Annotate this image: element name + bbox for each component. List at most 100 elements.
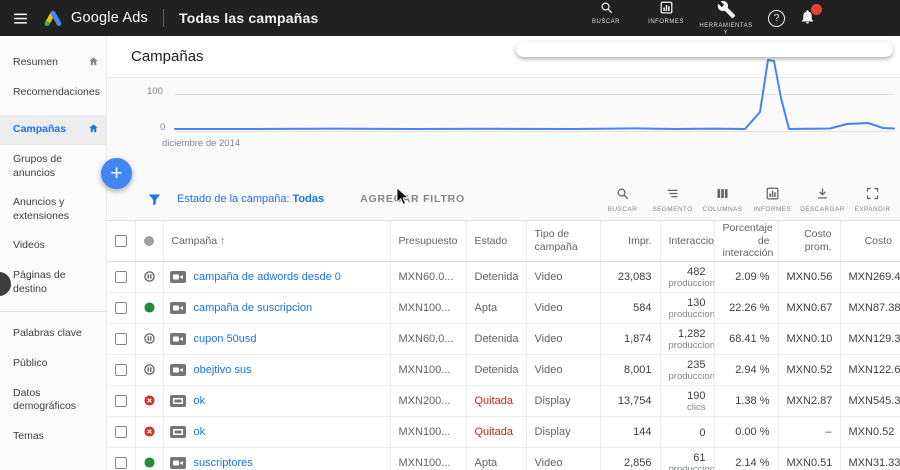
campaign-link[interactable]: ok (194, 426, 206, 438)
overlay-card (516, 42, 893, 57)
paused-status-icon (143, 364, 155, 375)
row-status-cell (135, 323, 164, 355)
avg-cost-value: MXN0.10 (778, 323, 841, 355)
sidebar-item-label: Resumen (13, 56, 58, 68)
campaign-link[interactable]: cupon 50usd (194, 333, 257, 345)
column-campaign[interactable]: Campaña ↑ (163, 221, 391, 262)
cost-value: MXN545.37 (840, 385, 900, 417)
campaign-type: Display (526, 385, 601, 417)
sidebar-item-label: Campañas (13, 123, 67, 136)
y-axis-tick-0: 0 (160, 122, 166, 133)
sidebar-item-label: Anuncios y extensiones (13, 196, 70, 222)
column-type[interactable]: Tipo de campaña (526, 221, 601, 262)
column-impressions[interactable]: Impr. (600, 221, 661, 262)
interactions-cell: 130producciones (660, 292, 715, 324)
campaign-link[interactable]: campaña de adwords desde 0 (194, 271, 341, 283)
sidebar-item-grupos-de-anuncios[interactable]: Grupos de anuncios (0, 145, 106, 188)
cost-value: MXN87.38 (840, 292, 900, 324)
add-campaign-button[interactable]: + (101, 158, 132, 189)
interaction-rate-value: 0.00 % (714, 416, 779, 448)
row-checkbox[interactable] (114, 332, 127, 345)
toolbar-buscar-button[interactable]: BUSCAR (599, 186, 646, 213)
sidebar-item-resumen[interactable]: Resumen (0, 48, 106, 78)
row-checkbox[interactable] (114, 270, 127, 283)
toolbar-columnas-button[interactable]: COLUMNAS (699, 186, 746, 213)
campaign-name-cell: cupon 50usd (163, 323, 391, 355)
campaign-type: Video (526, 292, 601, 324)
sidebar-item-recomendaciones[interactable]: Recomendaciones (0, 78, 106, 108)
campaign-link[interactable]: campaña de suscripcion (194, 302, 313, 314)
toolbar-expandir-button[interactable]: EXPANDIR (849, 186, 896, 213)
segment-icon (665, 186, 680, 204)
impressions-value: 144 (600, 416, 661, 448)
cost-value: MXN129.30 (840, 323, 900, 355)
row-checkbox-cell (107, 292, 136, 324)
impressions-value: 13,754 (600, 385, 661, 417)
status-column-icon[interactable] (144, 235, 154, 246)
column-avg-cost[interactable]: Costo prom. (778, 221, 841, 262)
sidebar-item-videos[interactable]: Videos (0, 231, 106, 261)
notifications-icon[interactable] (799, 3, 823, 28)
campaign-link[interactable]: obejtivo sus (194, 364, 252, 376)
interactions-cell: 190 clics (660, 385, 715, 417)
wrench-icon (717, 0, 736, 22)
toolbar-informes-button[interactable]: INFORMES (749, 186, 796, 213)
campaign-budget: MXN60.0... (390, 323, 467, 355)
row-checkbox-cell (107, 416, 136, 448)
column-interactions[interactable]: Interacciones (660, 221, 715, 262)
sidebar-item-temas[interactable]: Temas (0, 422, 106, 452)
menu-icon[interactable] (12, 10, 29, 27)
column-campaign-label: Campaña (171, 234, 218, 247)
notification-badge (810, 3, 823, 16)
row-checkbox[interactable] (114, 301, 127, 314)
campaign-status-filter[interactable]: Estado de la campaña: Todas (177, 193, 324, 205)
column-interaction-rate[interactable]: Porcentaje de interacción (714, 221, 779, 262)
search-icon (615, 186, 630, 204)
campaign-row: suscriptores MXN100... Apta Video 2,856 61 pro… (107, 447, 900, 470)
campaign-type: Display (526, 416, 601, 448)
header-action-label: HERRAMIENTAS Y (699, 22, 753, 36)
sidebar-item-publico[interactable]: Público (0, 349, 106, 379)
header-herramientas-button[interactable]: HERRAMIENTAS Y (699, 0, 753, 37)
column-cost[interactable]: Costo (840, 221, 900, 262)
toolbar-segmento-button[interactable]: SEGMENTO (649, 186, 696, 213)
help-icon[interactable]: ? (768, 9, 785, 27)
sidebar-item-palabras-clave[interactable]: Palabras clave (0, 319, 106, 349)
interactions-cell: 61producciones (660, 447, 715, 470)
select-all-checkbox[interactable] (114, 234, 127, 247)
row-status-cell (135, 416, 164, 448)
paused-status-icon (143, 271, 155, 282)
sidebar-nav: Resumen Recomendaciones Campañas Grupos de … (0, 36, 107, 470)
interactions-cell: 482producciones (660, 261, 715, 293)
performance-chart: 100 0 diciembre de 2014 (107, 59, 900, 178)
column-status[interactable]: Estado (466, 221, 527, 262)
sidebar-item-datos-demograficos[interactable]: Datos demográficos (0, 379, 106, 422)
campaign-link[interactable]: suscriptores (194, 457, 253, 469)
row-checkbox[interactable] (114, 456, 127, 469)
column-budget[interactable]: Presupuesto (390, 221, 467, 262)
row-checkbox[interactable] (114, 363, 127, 376)
campaign-row: ok MXN100... Quitada Display 144 0 0.00 % – MXN0… (107, 416, 900, 448)
filter-bar: Estado de la campaña: Todas AGREGAR FILTR… (107, 178, 900, 220)
add-filter-button[interactable]: AGREGAR FILTRO (360, 193, 465, 205)
report-icon (765, 186, 780, 204)
campaign-row: campaña de adwords desde 0 MXN60.0... Dete… (107, 261, 900, 293)
toolbar-button-label: DESCARGAR (800, 205, 845, 213)
toolbar-descargar-button[interactable]: DESCARGAR (799, 186, 846, 213)
header-informes-button[interactable]: INFORMES (640, 0, 692, 26)
header-action-label: INFORMES (648, 18, 684, 25)
sidebar-item-campanas[interactable]: Campañas (0, 115, 106, 145)
product-name: Google Ads (71, 10, 148, 26)
interaction-rate-value: 68.41 % (714, 323, 779, 355)
toolbar-button-label: BUSCAR (607, 205, 638, 213)
sort-asc-icon: ↑ (220, 234, 226, 247)
campaign-link[interactable]: ok (194, 395, 206, 407)
header-buscar-button[interactable]: BUSCAR (580, 0, 632, 26)
video-campaign-icon (169, 456, 186, 469)
row-checkbox[interactable] (114, 394, 127, 407)
sidebar-item-paginas-de-destino[interactable]: Páginas de destino (0, 261, 106, 304)
sidebar-item-anuncios-y-extensiones[interactable]: Anuncios y extensiones (0, 188, 106, 231)
row-checkbox[interactable] (114, 425, 127, 438)
chart-line-svg (174, 59, 895, 130)
cost-value: MXN122.67 (840, 354, 900, 386)
